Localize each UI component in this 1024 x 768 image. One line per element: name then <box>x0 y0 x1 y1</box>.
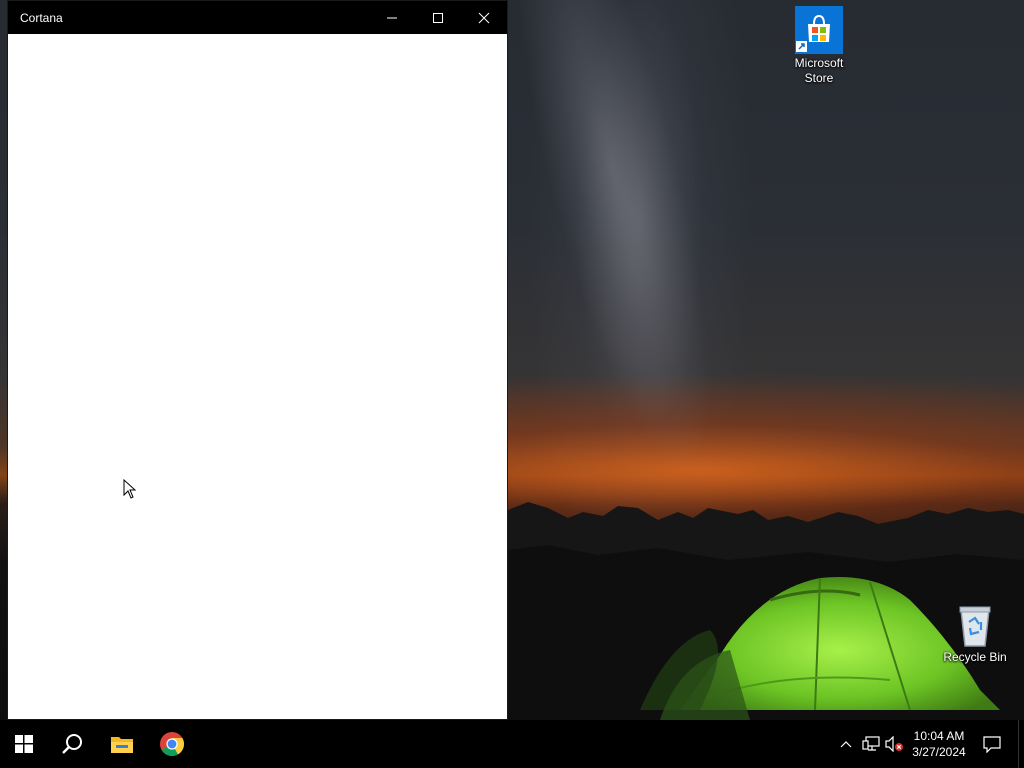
action-center-button[interactable] <box>978 720 1006 768</box>
mouse-cursor-icon <box>123 479 137 499</box>
chrome-icon <box>160 732 185 757</box>
desktop-icon-label: Recycle Bin <box>943 650 1007 664</box>
clock[interactable]: 10:04 AM 3/27/2024 <box>906 728 972 760</box>
desktop-icon-recycle-bin[interactable]: Recycle Bin <box>932 604 1018 665</box>
desktop-icon-microsoft-store[interactable]: Microsoft Store <box>776 6 862 86</box>
recycle-bin-icon <box>953 604 997 648</box>
network-button[interactable] <box>860 720 882 768</box>
minimize-button[interactable] <box>369 1 415 34</box>
close-icon <box>478 12 490 23</box>
volume-muted-icon <box>885 736 903 752</box>
show-hidden-icons-button[interactable] <box>836 720 856 768</box>
cortana-content-area[interactable] <box>8 34 507 719</box>
clock-time: 10:04 AM <box>913 729 965 743</box>
taskbar: 10:04 AM 3/27/2024 <box>0 720 1024 768</box>
file-explorer-icon <box>111 737 133 753</box>
cortana-window[interactable]: Cortana <box>7 0 508 720</box>
network-icon <box>862 736 880 751</box>
volume-button[interactable] <box>884 720 906 768</box>
maximize-icon <box>433 12 443 23</box>
desktop-icon-label: Microsoft Store <box>794 56 844 85</box>
windows-start-icon <box>15 735 33 753</box>
chevron-up-icon <box>840 741 852 748</box>
maximize-button[interactable] <box>415 1 461 34</box>
milky-way <box>499 0 751 489</box>
minimize-icon <box>387 17 397 18</box>
show-desktop-button[interactable] <box>1018 720 1024 768</box>
chrome-button[interactable] <box>148 720 196 768</box>
clock-date: 3/27/2024 <box>912 745 966 759</box>
microsoft-store-icon <box>795 6 843 54</box>
title-bar[interactable]: Cortana <box>8 1 507 34</box>
close-button[interactable] <box>461 1 507 34</box>
start-button[interactable] <box>0 720 48 768</box>
search-button[interactable] <box>48 720 96 768</box>
notification-icon <box>983 736 1001 753</box>
file-explorer-button[interactable] <box>98 720 146 768</box>
search-icon <box>62 734 82 754</box>
window-title: Cortana <box>20 10 63 25</box>
